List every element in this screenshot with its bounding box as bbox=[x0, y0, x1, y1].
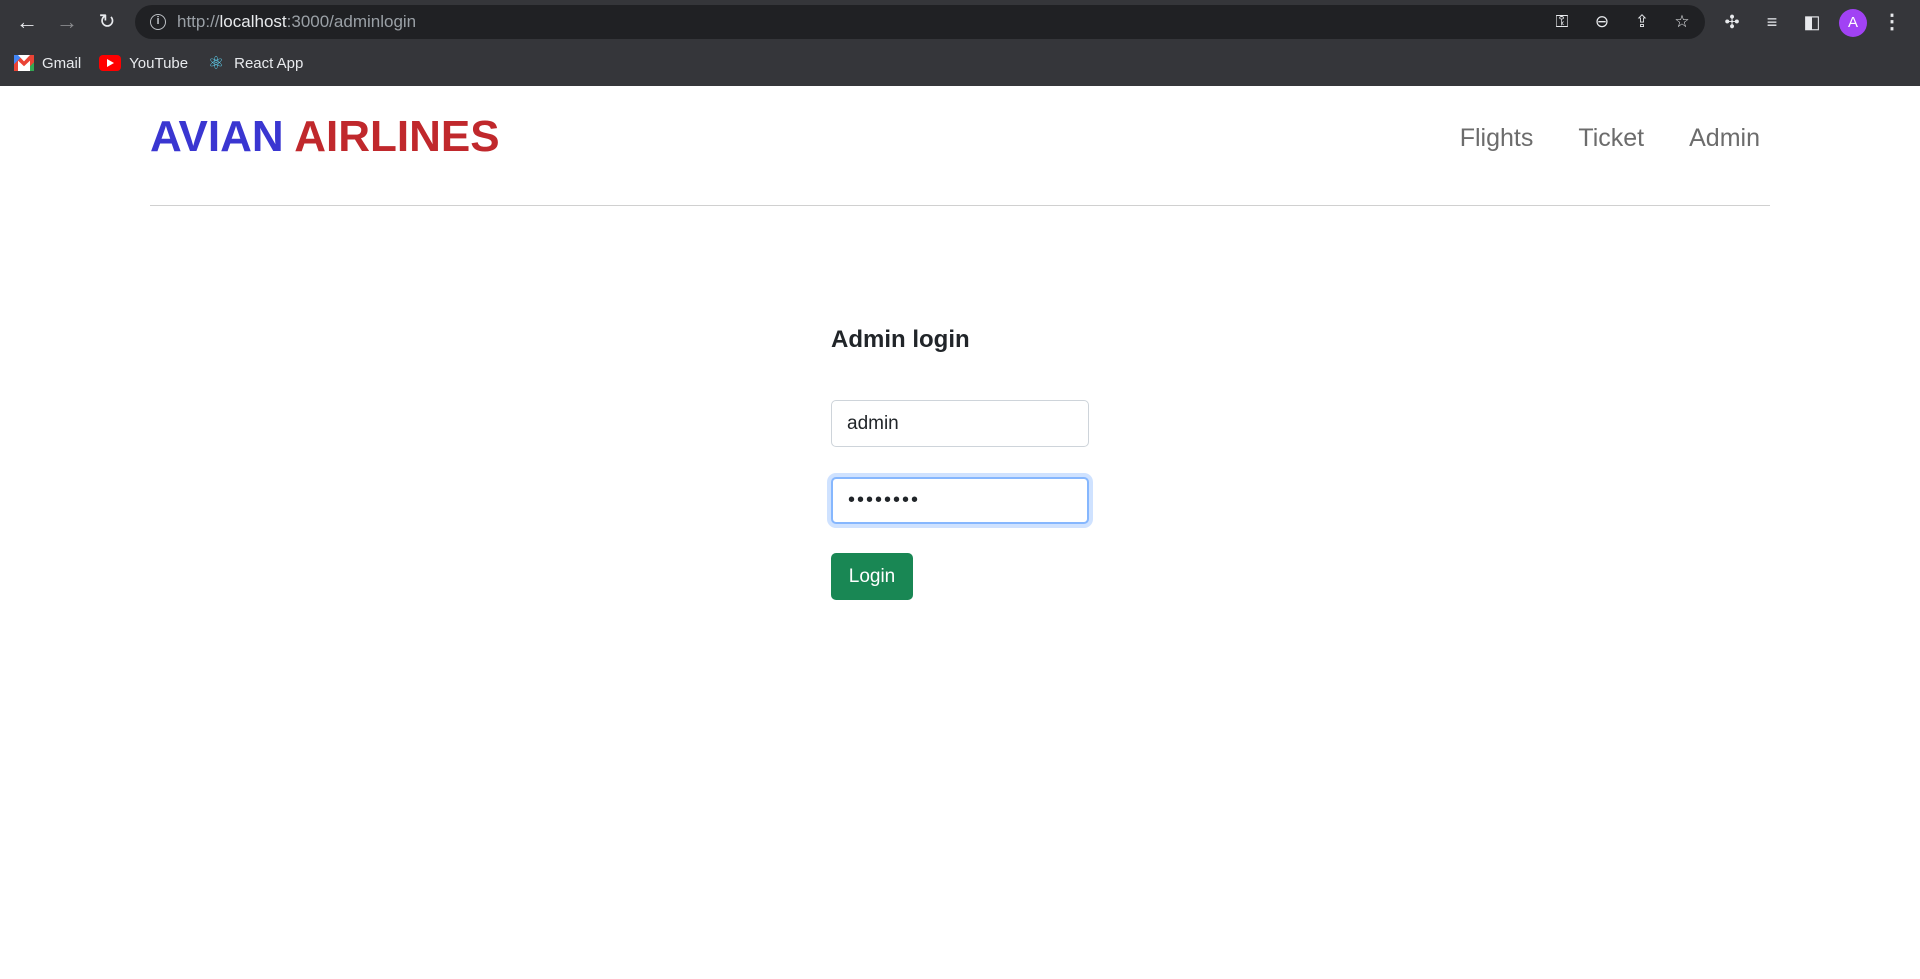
site-header: AVIAN AIRLINES Flights Ticket Admin bbox=[150, 86, 1770, 206]
side-panel-icon[interactable]: ◧ bbox=[1796, 6, 1828, 38]
nav-link-flights[interactable]: Flights bbox=[1460, 124, 1534, 153]
key-icon[interactable]: ⚿ bbox=[1549, 9, 1575, 35]
address-bar-actions: ⚿ ⊖ ⇪ ☆ bbox=[1549, 9, 1695, 35]
page-content: AVIAN AIRLINES Flights Ticket Admin Admi… bbox=[0, 86, 1920, 979]
username-input[interactable] bbox=[831, 400, 1089, 447]
nav-link-admin[interactable]: Admin bbox=[1689, 124, 1760, 153]
bookmark-gmail[interactable]: Gmail bbox=[14, 55, 81, 72]
react-icon: ⚛ bbox=[208, 53, 225, 73]
brand-airlines: AIRLINES bbox=[294, 112, 500, 161]
back-arrow-icon[interactable]: ← bbox=[11, 6, 43, 38]
youtube-icon bbox=[99, 55, 122, 71]
puzzle-icon[interactable]: ✣ bbox=[1716, 6, 1748, 38]
reading-list-icon[interactable]: ≡ bbox=[1756, 6, 1788, 38]
brand-logo[interactable]: AVIAN AIRLINES bbox=[150, 112, 500, 162]
url-text[interactable]: http://localhost:3000/adminlogin bbox=[177, 12, 416, 32]
bookmark-label: YouTube bbox=[129, 54, 189, 72]
address-bar[interactable]: i http://localhost:3000/adminlogin ⚿ ⊖ ⇪… bbox=[135, 5, 1705, 39]
url-prefix: http:// bbox=[177, 12, 220, 31]
url-host: localhost bbox=[219, 12, 287, 31]
site-info-icon[interactable]: i bbox=[150, 14, 166, 30]
main-nav: Flights Ticket Admin bbox=[1460, 124, 1760, 153]
kebab-menu-icon[interactable]: ⋮ bbox=[1880, 6, 1904, 38]
browser-toolbar: ← → ↻ i http://localhost:3000/adminlogin… bbox=[0, 0, 1920, 44]
share-icon[interactable]: ⇪ bbox=[1629, 9, 1655, 35]
password-input[interactable] bbox=[831, 477, 1089, 524]
bookmark-label: Gmail bbox=[42, 54, 82, 72]
star-icon[interactable]: ☆ bbox=[1669, 9, 1695, 35]
reload-icon[interactable]: ↻ bbox=[91, 6, 123, 38]
login-button[interactable]: Login bbox=[831, 553, 913, 600]
zoom-out-icon[interactable]: ⊖ bbox=[1589, 9, 1615, 35]
browser-chrome: ← → ↻ i http://localhost:3000/adminlogin… bbox=[0, 0, 1920, 86]
login-title: Admin login bbox=[831, 326, 970, 353]
extension-icons: ✣ ≡ ◧ bbox=[1716, 6, 1828, 38]
url-path: :3000/adminlogin bbox=[286, 12, 417, 31]
nav-link-ticket[interactable]: Ticket bbox=[1578, 124, 1644, 153]
forward-arrow-icon[interactable]: → bbox=[51, 6, 83, 38]
profile-avatar[interactable]: A bbox=[1839, 9, 1867, 37]
gmail-icon bbox=[14, 55, 34, 71]
bookmark-label: React App bbox=[234, 54, 304, 72]
bookmark-react-app[interactable]: ⚛ React App bbox=[206, 53, 303, 73]
bookmark-youtube[interactable]: YouTube bbox=[99, 55, 188, 72]
brand-avian: AVIAN bbox=[150, 112, 284, 161]
bookmarks-bar: Gmail YouTube ⚛ React App bbox=[0, 46, 1920, 80]
admin-login-form: Admin login Login bbox=[831, 326, 1091, 600]
